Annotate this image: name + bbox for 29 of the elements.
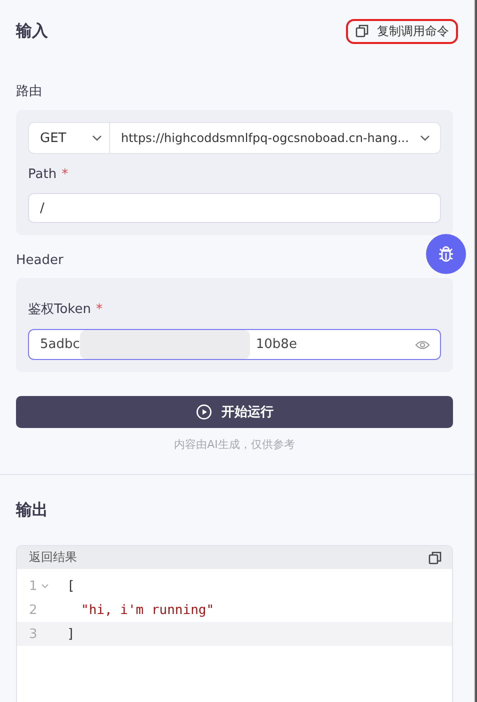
path-input[interactable]: / — [28, 193, 441, 223]
required-mark: * — [96, 302, 102, 317]
code-text: [ — [67, 578, 75, 594]
field-label: Path — [28, 167, 57, 182]
eye-icon — [415, 340, 430, 350]
token-value-end: 10b8e — [256, 337, 297, 352]
line-number: 3 — [29, 626, 38, 642]
field-label: Header — [16, 253, 64, 268]
copy-command-button[interactable]: 复制调用命令 — [346, 18, 458, 44]
fold-caret-icon[interactable] — [41, 583, 50, 589]
bug-button[interactable] — [426, 234, 466, 274]
line-number: 1 — [29, 578, 38, 594]
token-value-start: 5adbc — [40, 337, 80, 352]
section-title: 输入 — [16, 20, 48, 42]
field-label: 路由 — [16, 83, 43, 100]
section-title: 输出 — [16, 500, 48, 520]
line-number: 2 — [29, 602, 38, 618]
token-input[interactable]: 5adbc 10b8e — [28, 329, 441, 360]
play-icon — [196, 404, 212, 420]
copy-icon[interactable] — [428, 550, 442, 564]
run-button[interactable]: 开始运行 — [16, 396, 453, 428]
code-text: "hi, i'm running" — [81, 602, 214, 618]
disclaimer-text: 内容由AI生成，仅供参考 — [173, 437, 296, 452]
copy-icon — [355, 24, 369, 38]
bug-icon — [437, 245, 455, 263]
required-mark: * — [62, 167, 68, 182]
result-title: 返回结果 — [29, 549, 77, 566]
field-label: 鉴权Token — [28, 302, 91, 317]
code-text: ] — [67, 626, 75, 642]
